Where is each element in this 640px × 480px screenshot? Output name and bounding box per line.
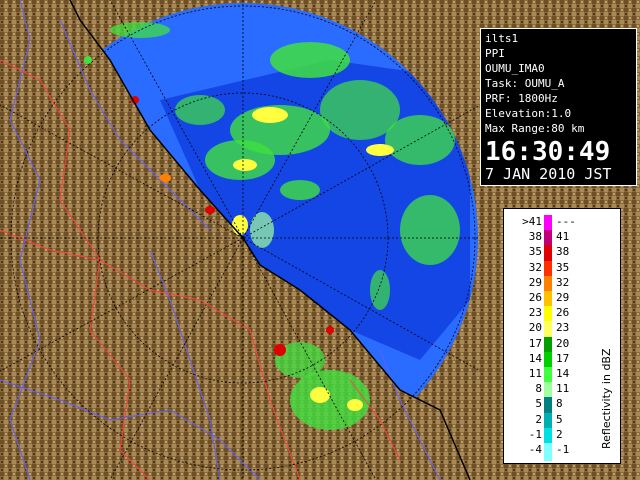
scan-info-panel: ilts1 PPI OUMU_IMA0 Task: OUMU_A PRF: 18… [480,28,637,186]
legend-upper-bound: 17 [556,351,570,365]
legend-upper-bound: 26 [556,306,570,320]
legend-lower-bound: 23 [528,306,542,320]
scan-date: 7 JAN 2010 JST [485,165,612,183]
legend-upper-bound: 11 [556,382,570,396]
legend-unit: Reflectivity in dBZ [600,348,613,449]
legend-upper-bound: -1 [556,443,570,456]
legend-upper-bound: 14 [556,367,570,380]
legend-lower-bound: 26 [528,291,542,304]
task-name: Task: OUMU_A [485,77,565,90]
legend-lower-bound: 11 [528,367,542,380]
legend-lower-bound: 5 [535,397,542,411]
legend-lower-bound: -4 [528,443,542,456]
legend-upper-bound: --- [556,215,576,228]
legend-upper-bound: 8 [556,397,563,411]
legend-swatch [544,443,552,461]
legend-upper-bound: 38 [556,245,570,259]
legend-upper-bound: 29 [556,291,570,304]
legend-upper-bound: 35 [556,260,570,274]
legend-lower-bound: 20 [528,321,542,335]
legend-upper-bound: 23 [556,321,570,335]
legend-upper-bound: 41 [556,230,570,244]
elevation-value: Elevation:1.0 [485,107,572,120]
legend-upper-bound: 5 [556,412,563,426]
legend-lower-bound: -1 [528,427,542,441]
product-name: OUMU_IMA0 [485,62,545,75]
site-name: ilts1 [485,32,519,45]
legend-lower-bound: 17 [528,336,542,350]
legend-lower-bound: >41 [522,215,542,228]
legend-lower-bound: 29 [528,275,542,289]
legend-upper-bound: 2 [556,427,563,441]
reflectivity-legend: >41 --- 38 41 35 38 32 35 29 32 26 29 23 26 20 23 17 20 14… [503,208,621,464]
scan-time: 16:30:49 [485,137,611,167]
legend-lower-bound: 14 [528,351,542,365]
legend-upper-bound: 32 [556,275,570,289]
max-range-value: Max Range:80 km [485,122,585,135]
legend-lower-bound: 2 [535,412,542,426]
legend-lower-bound: 32 [528,260,542,274]
legend-lower-bound: 35 [528,245,542,259]
scan-type: PPI [485,47,505,60]
legend-upper-bound: 20 [556,336,570,350]
prf-value: PRF: 1800Hz [485,92,558,105]
legend-lower-bound: 8 [535,382,542,396]
legend-lower-bound: 38 [528,230,542,244]
